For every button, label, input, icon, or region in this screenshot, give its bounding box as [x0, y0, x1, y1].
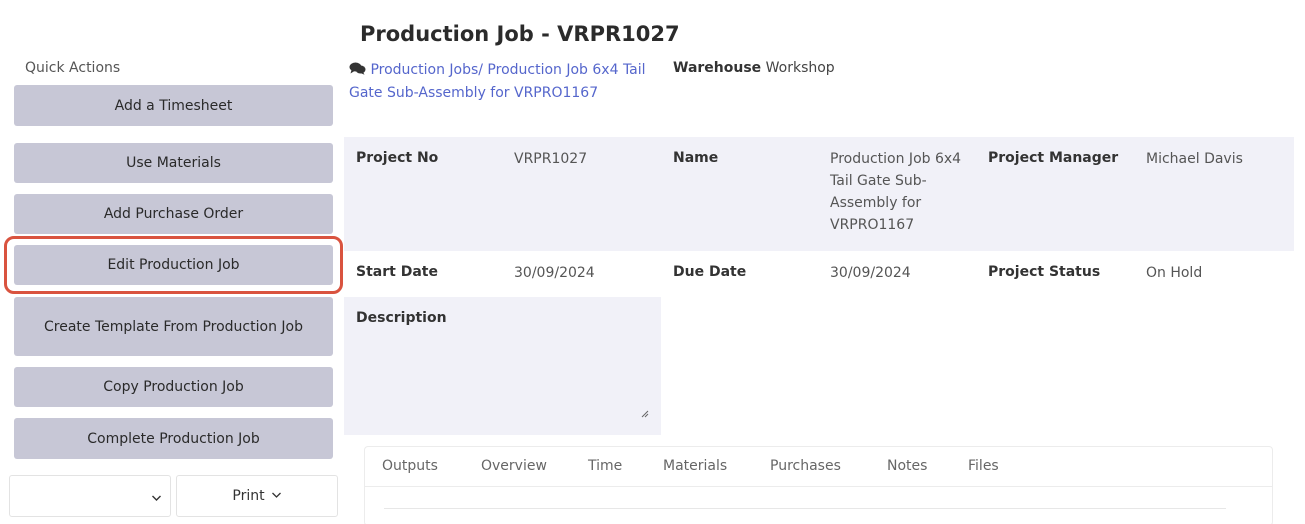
tab-materials[interactable]: Materials [663, 458, 727, 474]
tab-content-divider [384, 508, 1226, 509]
description-label: Description [356, 310, 447, 326]
start-date-label: Start Date [356, 264, 438, 280]
copy-production-job-button[interactable]: Copy Production Job [14, 367, 333, 407]
create-template-button[interactable]: Create Template From Production Job [14, 297, 333, 356]
print-label: Print [232, 488, 265, 504]
quick-actions-title: Quick Actions [25, 60, 121, 76]
due-date-label: Due Date [673, 264, 747, 280]
edit-button-highlight [4, 236, 343, 294]
tab-notes[interactable]: Notes [887, 458, 927, 474]
breadcrumb-link[interactable]: Production Jobs/ Production Job 6x4 Tail… [349, 62, 646, 101]
chevron-down-icon [151, 486, 162, 510]
project-status-label: Project Status [988, 264, 1101, 280]
complete-production-job-button[interactable]: Complete Production Job [14, 418, 333, 459]
tab-outputs[interactable]: Outputs [382, 458, 438, 474]
project-status-value: On Hold [1146, 265, 1203, 281]
due-date-value: 30/09/2024 [830, 265, 911, 281]
tab-time[interactable]: Time [588, 458, 622, 474]
warehouse-info: Warehouse Workshop [673, 60, 835, 76]
breadcrumb[interactable]: Production Jobs/ Production Job 6x4 Tail… [349, 59, 649, 104]
add-timesheet-button[interactable]: Add a Timesheet [14, 85, 333, 126]
name-label: Name [673, 150, 719, 166]
comments-icon [349, 60, 366, 82]
project-no-value: VRPR1027 [514, 151, 588, 167]
start-date-value: 30/09/2024 [514, 265, 595, 281]
project-no-label: Project No [356, 150, 439, 166]
tab-overview[interactable]: Overview [481, 458, 547, 474]
warehouse-value: Workshop [765, 60, 835, 76]
project-manager-label: Project Manager [988, 150, 1119, 166]
tab-purchases[interactable]: Purchases [770, 458, 841, 474]
page-title: Production Job - VRPR1027 [360, 22, 680, 46]
actions-select[interactable] [9, 475, 171, 517]
resize-handle-icon[interactable] [641, 410, 649, 421]
add-purchase-order-button[interactable]: Add Purchase Order [14, 194, 333, 234]
tab-files[interactable]: Files [968, 458, 999, 474]
name-value: Production Job 6x4 Tail Gate Sub-Assembl… [830, 151, 962, 233]
chevron-down-icon [271, 488, 282, 504]
use-materials-button[interactable]: Use Materials [14, 143, 333, 183]
project-manager-value: Michael Davis [1146, 151, 1243, 167]
warehouse-label: Warehouse [673, 60, 762, 76]
print-button[interactable]: Print [176, 475, 338, 517]
